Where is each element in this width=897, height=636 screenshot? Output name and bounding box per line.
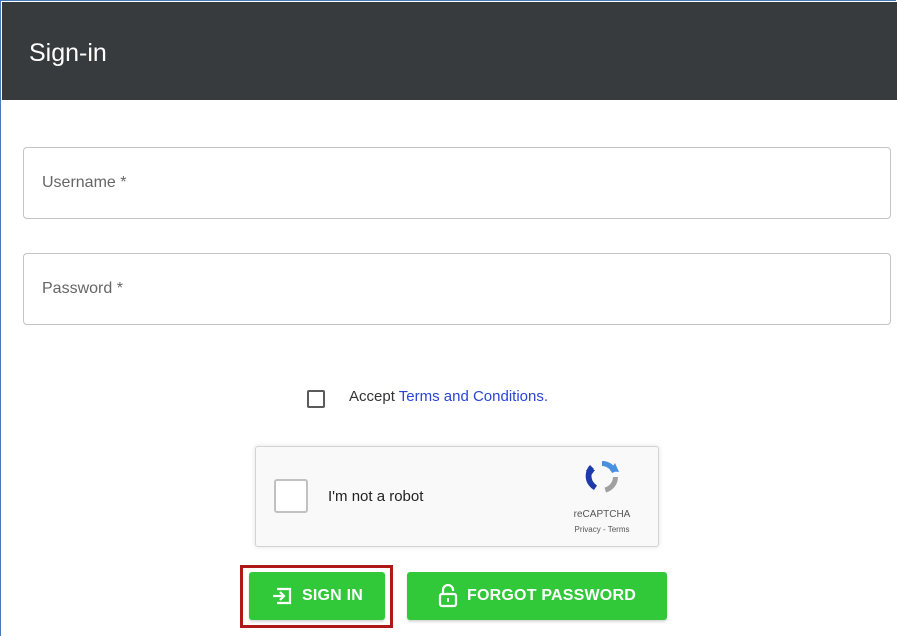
- forgot-password-label: FORGOT PASSWORD: [467, 587, 636, 604]
- terms-prefix: Accept: [349, 388, 399, 405]
- username-field[interactable]: Username *: [23, 147, 891, 219]
- login-icon: [271, 586, 293, 606]
- sign-in-button[interactable]: SIGN IN: [249, 572, 385, 620]
- recaptcha-links[interactable]: Privacy - Terms: [556, 525, 648, 534]
- password-field[interactable]: Password *: [23, 253, 891, 325]
- sign-in-panel: Sign-in Username * Password * Accept Ter…: [0, 0, 897, 636]
- header-bar: Sign-in: [2, 2, 897, 100]
- lock-open-icon: [438, 583, 458, 608]
- sign-in-label: SIGN IN: [302, 587, 363, 604]
- recaptcha-brand: reCAPTCHA: [573, 509, 631, 520]
- terms-checkbox[interactable]: [307, 390, 325, 408]
- recaptcha-label: I'm not a robot: [328, 488, 424, 505]
- terms-link[interactable]: Terms and Conditions.: [399, 388, 548, 405]
- page-title: Sign-in: [29, 39, 107, 67]
- recaptcha-widget: I'm not a robot reCAPTCHA Privacy - Term…: [255, 446, 659, 547]
- forgot-password-button[interactable]: FORGOT PASSWORD: [407, 572, 667, 620]
- recaptcha-logo-icon: [582, 457, 622, 497]
- password-label: Password *: [42, 280, 123, 297]
- recaptcha-checkbox[interactable]: [274, 479, 308, 513]
- terms-text: Accept Terms and Conditions.: [349, 387, 548, 407]
- username-label: Username *: [42, 174, 127, 191]
